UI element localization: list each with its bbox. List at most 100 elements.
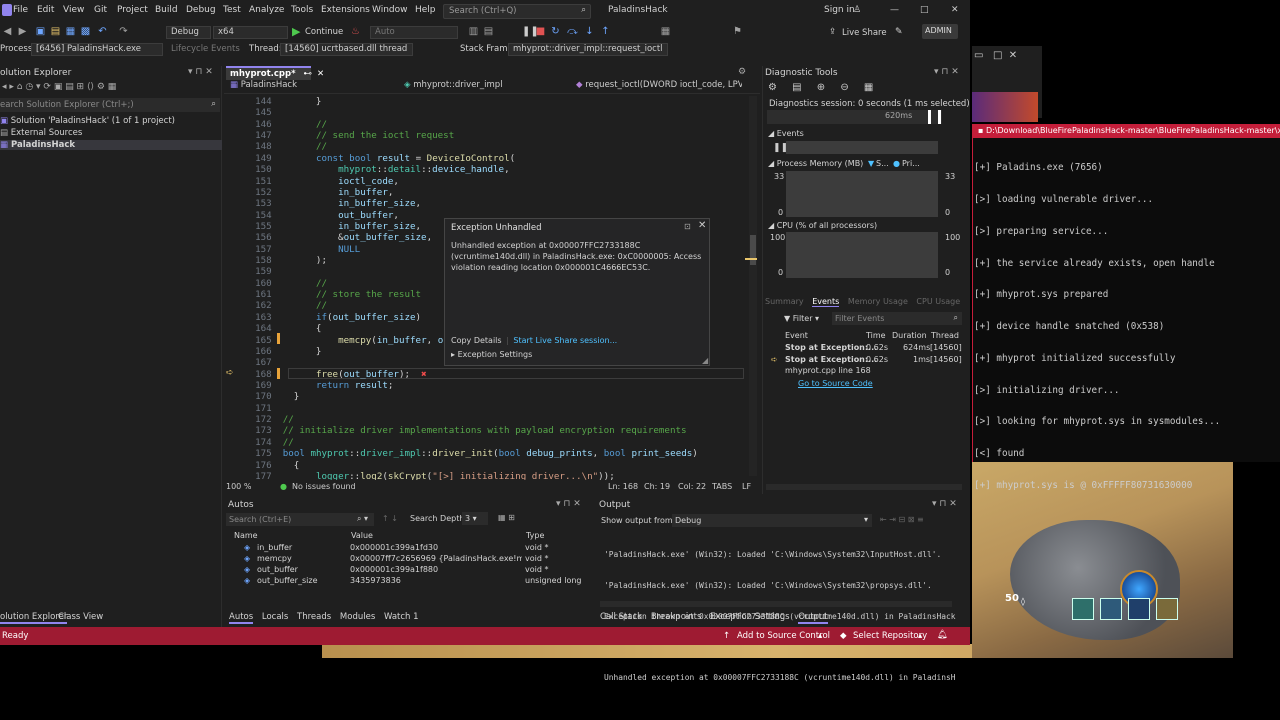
settings-icon[interactable]: ⚙ [738,67,746,77]
events-section-header[interactable]: ◢ Events [768,129,804,138]
exception-settings-expander[interactable]: ▸ Exception Settings [451,350,532,359]
issues-status[interactable]: No issues found [292,482,356,491]
exception-helper-popup[interactable]: Exception Unhandled ⊡ ✕ Unhandled except… [444,218,710,366]
live-share-link[interactable]: Start Live Share session... [513,336,617,345]
menu-extensions[interactable]: Extensions [321,5,370,15]
cpu-section-header[interactable]: ◢ CPU (% of all processors) [768,221,877,230]
timeline-selection-left[interactable] [928,110,931,124]
close-icon[interactable]: ✕ [951,5,959,15]
scope-nav-dropdown[interactable]: ◈ mhyprot::driver_impl [400,80,570,93]
thread-dropdown[interactable]: [14560] ucrtbased.dll thread [280,43,413,56]
editor-scrollbar-thumb[interactable] [750,235,756,265]
filter-events-input[interactable]: Filter Events ⌕ [832,312,962,325]
panel-options-icon[interactable]: ▾ ⊓ ✕ [934,67,959,77]
save-all-icon[interactable]: ▩ [80,26,91,37]
timeline-selection-right[interactable] [938,110,941,124]
tree-external-sources[interactable]: ▤ External Sources [0,128,82,138]
memory-graph[interactable] [786,171,938,217]
col-name[interactable]: Name [234,531,258,540]
tab-cpu-usage[interactable]: CPU Usage [916,297,960,306]
platform-dropdown[interactable]: x64 [213,26,288,39]
chevron-up-icon[interactable]: ▴ [818,631,822,641]
menu-edit[interactable]: Edit [37,5,54,15]
diagnostics-icon[interactable]: ▥ [468,26,479,37]
tab-memory-usage[interactable]: Memory Usage [848,297,908,306]
undo-icon[interactable]: ↶ [97,26,108,37]
feedback-icon[interactable]: ✎ [895,27,903,37]
line-ending[interactable]: LF [742,482,751,491]
stop-icon[interactable]: ■ [535,26,546,37]
restart-icon[interactable]: ↻ [550,26,561,37]
menu-help[interactable]: Help [415,5,436,15]
search-prev-next-icons[interactable]: ↑ ↓ [382,514,398,523]
live-share-button[interactable]: Live Share [842,28,887,38]
col-time[interactable]: Time [866,331,886,340]
tree-solution[interactable]: ▣ Solution 'PaladinsHack' (1 of 1 projec… [0,116,175,126]
close-tab-icon[interactable]: ✕ [317,69,324,79]
menu-test[interactable]: Test [223,5,241,15]
resize-grip-icon[interactable]: ◢ [702,356,708,365]
menu-window[interactable]: Window [372,5,408,15]
menu-debug[interactable]: Debug [186,5,216,15]
sign-in-link[interactable]: Sign in [824,5,855,15]
hex-icon[interactable]: ▦ [660,26,671,37]
event-row[interactable]: Stop at Exception:... 0.62s 624ms [14560… [765,343,965,355]
autos-search-input[interactable]: Search (Ctrl+E) ⌕ ▾ [226,513,374,526]
event-row[interactable]: ➪ Stop at Exception:... 0.62s 1ms [14560… [765,355,965,391]
chevron-up-icon[interactable]: ▴ [918,631,922,641]
stack-frame-dropdown[interactable]: mhyprot::driver_impl::request_ioctl [508,43,668,56]
break-all-icon[interactable]: ❚❚ [522,26,539,37]
menu-tools[interactable]: Tools [291,5,313,15]
diag-h-scrollbar[interactable] [766,484,962,490]
table-row[interactable]: ◈ out_buffer_size 3435973836 unsigned lo… [230,576,582,587]
panel-options-icon[interactable]: ▾ ⊓ ✕ [556,499,581,509]
menu-analyze[interactable]: Analyze [249,5,284,15]
forward-icon[interactable]: ▶ [17,26,28,37]
col-event[interactable]: Event [785,331,808,340]
se-toolbar-icons[interactable]: ◂ ▸ ⌂ ◷ ▾ ⟳ ▣ ▤ ⊞ ⟨⟩ ⚙ ▦ [0,82,116,92]
col-duration[interactable]: Duration [892,331,927,340]
tab-summary[interactable]: Summary [765,297,804,306]
process-dropdown[interactable]: [6456] PaladinsHack.exe [31,43,163,56]
zoom-level[interactable]: 100 % [226,482,251,491]
member-nav-dropdown[interactable]: ◆ request_ioctl(DWORD ioctl_code, LPVOID [572,80,742,93]
tab-events[interactable]: Events [812,297,840,307]
menu-project[interactable]: Project [117,5,148,15]
hot-reload-icon[interactable]: ♨ [350,26,361,37]
indent-mode[interactable]: TABS [712,482,732,491]
memory-section-header[interactable]: ◢ Process Memory (MB) [768,159,863,168]
pin-icon[interactable]: ⊷ [304,69,313,79]
search-input[interactable]: Search (Ctrl+Q) ⌕ [443,4,591,19]
autos-extra-icons[interactable]: ▦ ⊞ [498,513,515,522]
filter-button[interactable]: ▼ Filter ▾ [784,314,819,323]
open-folder-icon[interactable]: ▤ [50,26,61,37]
tab-modules[interactable]: Modules [340,612,375,622]
breakpoint-margin[interactable] [224,94,244,480]
bookmark-icon[interactable]: ⚑ [732,26,743,37]
menu-build[interactable]: Build [155,5,178,15]
tab-watch-1[interactable]: Watch 1 [384,612,419,622]
new-item-icon[interactable]: ▣ [35,26,46,37]
maximize-icon[interactable]: □ [920,5,929,15]
tab-threads[interactable]: Threads [297,612,331,622]
close-icon[interactable]: ✕ [698,220,706,231]
tab-exception-settings[interactable]: Exception Settings [710,612,789,622]
tab-class-view[interactable]: Class View [58,612,103,622]
table-row[interactable]: ◈ memcpy 0x00007ff7c2656969 {PaladinsHac… [230,554,582,565]
tree-project[interactable]: ▦ PaladinsHack [0,140,222,150]
copy-details-link[interactable]: Copy Details [451,336,502,345]
menu-git[interactable]: Git [94,5,107,15]
table-row[interactable]: ◈ out_buffer 0x000001c399a1f880 void * [230,565,582,576]
configuration-dropdown[interactable]: Debug [166,26,211,39]
lifecycle-events-button[interactable]: Lifecycle Events [171,44,240,54]
continue-icon[interactable]: ▶ [292,25,300,38]
cpu-graph[interactable] [786,232,938,278]
tab-call-stack[interactable]: Call Stack [600,612,642,622]
search-depth-dropdown[interactable]: 3 ▾ [462,512,488,525]
step-into-icon[interactable]: ↓ [584,26,595,37]
project-nav-dropdown[interactable]: ▦ PaladinsHack [226,80,396,93]
diag-toolbar-icons[interactable]: ⚙ ▤ ⊕ ⊖ ▦ [768,82,879,93]
person-icon[interactable]: ♙ [853,5,861,15]
continue-button[interactable]: Continue [305,27,343,37]
live-share-icon[interactable]: ⇪ [829,27,836,37]
